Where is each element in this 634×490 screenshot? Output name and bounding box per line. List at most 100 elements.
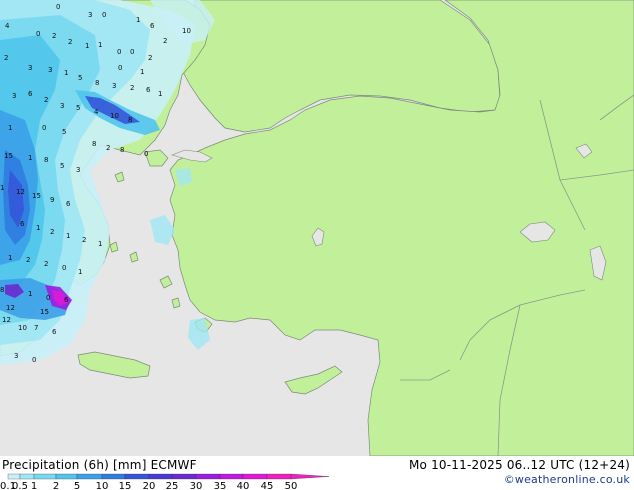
station-value: 5: [62, 128, 66, 136]
station-value: 0: [130, 48, 134, 56]
station-value: 8: [0, 286, 4, 294]
station-value: 5: [60, 162, 64, 170]
station-value: 1: [85, 42, 89, 50]
precipitation-legend: 0.10.5 1 2 5 10 15 20 25 30 35 40 45 50: [0, 473, 330, 490]
station-value: 9: [50, 196, 54, 204]
station-value: 1: [64, 69, 68, 77]
station-value: 8: [128, 116, 132, 124]
site-credit[interactable]: ©weatheronline.co.uk: [504, 473, 630, 486]
station-value: 6: [64, 296, 69, 304]
station-value: 1: [98, 41, 102, 49]
station-value: 0: [42, 124, 46, 132]
legend-label: 40: [237, 481, 250, 490]
legend-label: 1: [31, 481, 37, 490]
legend-swatch: [148, 473, 173, 480]
station-value: 6: [52, 328, 57, 336]
legend-label: 20: [143, 481, 156, 490]
station-value: 15: [4, 152, 13, 160]
station-value: 1: [8, 254, 12, 262]
station-value: 15: [32, 192, 41, 200]
station-value: 0: [102, 11, 106, 19]
station-value: 2: [68, 38, 72, 46]
station-value: 1: [158, 90, 162, 98]
station-value: 8: [95, 79, 99, 87]
station-value: 2: [44, 96, 48, 104]
station-value: 0: [32, 356, 36, 364]
station-value: 0: [118, 64, 122, 72]
station-value: 3: [12, 92, 16, 100]
station-value: 10: [18, 324, 27, 332]
station-value: 1: [28, 290, 32, 298]
station-value: 2: [26, 256, 30, 264]
station-value: 10: [182, 27, 191, 35]
legend-label: 45: [261, 481, 274, 490]
station-value: 1: [78, 268, 82, 276]
station-value: 0: [144, 150, 148, 158]
legend-label: 30: [190, 481, 203, 490]
station-value: 8: [92, 140, 96, 148]
legend-label: 25: [166, 481, 179, 490]
station-value: 0: [62, 264, 66, 272]
legend-label: 15: [119, 481, 132, 490]
station-value: 4: [5, 22, 10, 30]
legend-label: 50: [285, 481, 298, 490]
station-value: 3: [88, 11, 92, 19]
station-value: 1: [0, 184, 4, 192]
legend-swatch: [19, 473, 35, 480]
station-value: 4: [94, 108, 99, 116]
station-value: 2: [148, 54, 152, 62]
station-value: 2: [163, 37, 167, 45]
station-value: 6: [146, 86, 151, 94]
legend-swatch: [195, 473, 221, 480]
map-title: Precipitation (6h) [mm] ECMWF: [2, 458, 197, 472]
station-value: 12: [6, 304, 15, 312]
station-value: 6: [20, 220, 25, 228]
station-value: 1: [8, 124, 12, 132]
station-value: 2: [50, 228, 54, 236]
station-value: 0: [56, 3, 60, 11]
legend-swatch: [55, 473, 78, 480]
station-value: 0: [36, 30, 40, 38]
station-value: 6: [66, 200, 71, 208]
legend-label: 5: [74, 481, 80, 490]
legend-arrow: [290, 473, 330, 480]
legend-swatch: [171, 473, 197, 480]
legend-swatch: [7, 473, 21, 480]
station-value: 3: [28, 64, 32, 72]
station-value: 1: [28, 154, 32, 162]
station-value: 8: [120, 146, 124, 154]
station-value: 3: [60, 102, 64, 110]
station-value: 7: [34, 324, 38, 332]
station-value: 2: [52, 32, 56, 40]
station-value: 1: [136, 16, 140, 24]
station-value: 2: [44, 260, 48, 268]
station-value: 10: [110, 112, 119, 120]
station-value: 0: [117, 48, 121, 56]
station-value: 2: [4, 54, 8, 62]
legend-label: 10: [96, 481, 109, 490]
station-value: 5: [78, 74, 82, 82]
station-value: 3: [48, 66, 52, 74]
station-value: 15: [40, 308, 49, 316]
legend-swatch: [76, 473, 103, 480]
station-value: 3: [14, 352, 18, 360]
station-value: 1: [98, 240, 102, 248]
station-value: 1: [140, 68, 144, 76]
station-value: 6: [150, 22, 155, 30]
precipitation-map: 4 0 3 0 1 6 10 2 0 2 1 0 0 2 2 1 3 1 5 2…: [0, 0, 634, 456]
station-value: 1: [36, 224, 40, 232]
legend-swatch: [101, 473, 126, 480]
legend-labels: 0.10.5 1 2 5 10 15 20 25 30 35 40 45 50: [0, 481, 297, 490]
legend-label: 2: [53, 481, 59, 490]
station-value: 3: [76, 166, 80, 174]
legend-label: 35: [214, 481, 227, 490]
station-value: 3: [112, 82, 116, 90]
station-value: 12: [2, 316, 11, 324]
station-value: 12: [16, 188, 25, 196]
legend-swatches: [7, 473, 330, 480]
station-value: 2: [106, 144, 110, 152]
station-value: 0: [46, 294, 50, 302]
legend-swatch: [242, 473, 268, 480]
legend-label: 0.5: [12, 481, 28, 490]
legend-swatch: [33, 473, 57, 480]
